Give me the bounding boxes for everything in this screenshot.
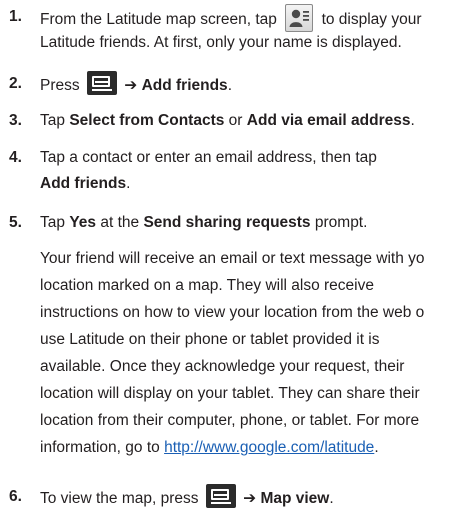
paragraph-line: information, go to http://www.google.com… — [40, 439, 379, 456]
step-text: to display your — [321, 11, 422, 28]
step-number: 2. — [9, 75, 22, 92]
friends-list-icon — [285, 4, 314, 32]
step-bold-text: Send sharing requests — [143, 214, 311, 231]
step-number: 3. — [9, 112, 22, 129]
paragraph-line: Your friend will receive an email or tex… — [40, 250, 425, 267]
step-number: 5. — [9, 214, 22, 231]
menu-icon — [86, 71, 117, 95]
instructions-document: 1. From the Latitude map screen, tap to … — [0, 0, 453, 526]
arrow-glyph: ➔ — [243, 490, 257, 507]
menu-icon — [205, 484, 236, 508]
step-text: From the Latitude map screen, tap — [40, 11, 277, 28]
step-text: Press — [40, 77, 80, 94]
step-bold-text: Select from Contacts — [69, 112, 225, 129]
paragraph-line: use Latitude on their phone or tablet pr… — [40, 331, 380, 348]
paragraph-line: location from their computer, phone, or … — [40, 412, 420, 429]
step-text: Tap a contact or enter an email address,… — [40, 149, 377, 166]
arrow-glyph: ➔ — [124, 77, 138, 94]
paragraph-line: available. Once they acknowledge your re… — [40, 358, 405, 375]
step-4-continuation: Add friends. — [40, 175, 131, 192]
step-number: 4. — [9, 149, 22, 166]
step-bold-text: Yes — [69, 214, 97, 231]
paragraph-line: location will display on your tablet. Th… — [40, 385, 420, 402]
step-bold-text: Add friends — [141, 77, 228, 94]
step-bold-text: Map view — [260, 490, 330, 507]
step-number: 6. — [9, 488, 22, 505]
paragraph-line: location marked on a map. They will also… — [40, 277, 374, 294]
paragraph-line: instructions on how to view your locatio… — [40, 304, 425, 321]
latitude-link[interactable]: http://www.google.com/latitude — [164, 439, 374, 456]
step-bold-text: Add via email address — [246, 112, 411, 129]
step-1-continuation: Latitude friends. At first, only your na… — [40, 34, 402, 51]
step-number: 1. — [9, 8, 22, 25]
step-bold-text: Add friends — [40, 175, 127, 192]
